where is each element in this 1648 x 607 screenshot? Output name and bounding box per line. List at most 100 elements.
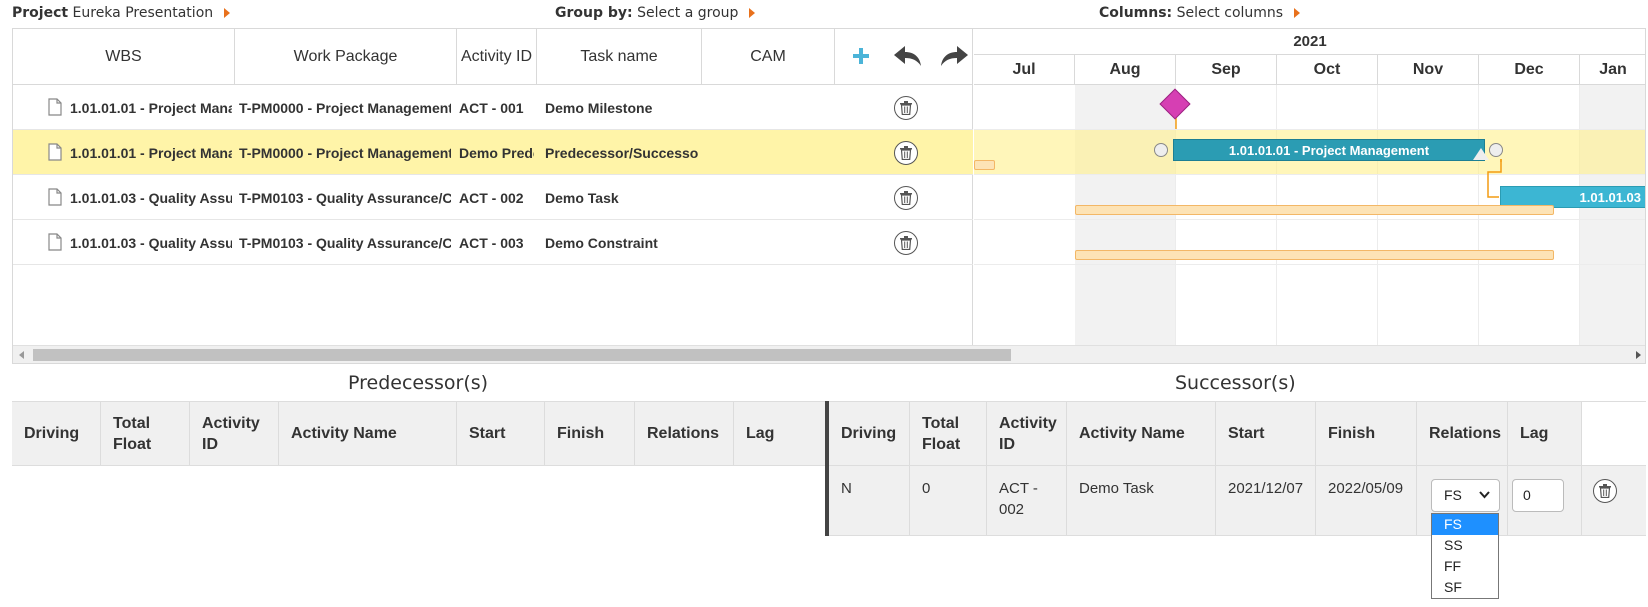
cell-activity-id: ACT - 003 [459,234,524,251]
link-handle-end[interactable] [1489,143,1503,157]
project-selector[interactable]: Project Eureka Presentation [12,5,230,21]
link-handle-start[interactable] [1154,143,1168,157]
succ-header-start: Start [1216,402,1316,465]
table-row[interactable]: 1.01.01.01 - Project Management T-PM0000… [13,85,973,130]
document-icon [48,98,62,119]
relation-select[interactable]: FS [1431,479,1500,512]
cell-wbs: 1.01.01.01 - Project Management [70,99,232,116]
gantt-grid: WBS Work Package Activity ID Task name C… [12,28,1646,364]
succ-cell-total-float: 0 [910,466,987,535]
predecessors-header: Driving Total Float Activity ID Activity… [12,401,825,466]
relation-select-value: FS [1444,487,1462,503]
succ-header-action [1582,402,1646,465]
columns-selector[interactable]: Columns: Select columns [1099,5,1300,21]
header-activity-id[interactable]: Activity ID [457,29,537,85]
header-task-name[interactable]: Task name [537,29,702,85]
succ-header-activity-name: Activity Name [1067,402,1216,465]
top-toolbar: Project Eureka Presentation Group by: Se… [0,0,1648,28]
baseline-bar [1075,205,1554,215]
pred-header-driving: Driving [12,402,101,465]
cell-work-package: T-PM0103 - Quality Assurance/Control [239,189,451,206]
document-icon [48,143,62,164]
successors-title: Successor(s) [1175,372,1296,394]
pred-header-activity-name: Activity Name [279,402,457,465]
succ-cell-activity-id: ACT - 002 [987,466,1067,535]
delete-icon[interactable] [894,186,918,210]
columns-value: Select columns [1176,5,1284,21]
cell-work-package: T-PM0000 - Project Management [239,144,451,161]
table-row[interactable]: 1.01.01.03 - Quality Assurance T-PM0103 … [13,220,973,265]
pred-header-relations: Relations [635,402,734,465]
succ-header-activity-id: Activity ID [987,402,1067,465]
baseline-bar [1075,250,1554,260]
cell-activity-id: ACT - 001 [459,99,524,116]
predecessors-title: Predecessor(s) [348,372,489,394]
succ-cell-action [1582,466,1646,535]
scrollbar-thumb[interactable] [33,349,1011,361]
caret-right-icon [748,8,755,18]
caret-right-icon [1293,8,1300,18]
cell-activity-id: Demo Predecessor [459,144,534,161]
scroll-right-icon[interactable] [1636,351,1641,359]
delete-icon[interactable] [894,96,918,120]
cell-wbs: 1.01.01.03 - Quality Assurance [70,234,232,251]
cell-wbs: 1.01.01.01 - Project Management [70,144,232,161]
relation-option-fs[interactable]: FS [1432,514,1498,535]
gantt-timeline: 2021 Jul Aug Sep Oct Nov Dec Jan 1.01.01… [974,29,1645,345]
header-cam[interactable]: CAM [702,29,835,85]
group-by-value: Select a group [637,5,739,21]
document-icon [48,188,62,209]
caret-right-icon [223,8,230,18]
add-icon[interactable] [846,41,876,71]
successors-header: Driving Total Float Activity ID Activity… [829,401,1646,466]
task-table: WBS Work Package Activity ID Task name C… [13,29,973,345]
relation-option-ss[interactable]: SS [1432,535,1498,556]
group-by-label: Group by: [555,5,633,21]
cell-work-package: T-PM0000 - Project Management [239,99,451,116]
cell-task-name: Demo Task [545,189,619,206]
delete-icon[interactable] [894,231,918,255]
redo-icon[interactable] [937,41,971,71]
cell-task-name: Demo Constraint [545,234,658,251]
baseline-bar [974,160,995,170]
pred-header-finish: Finish [545,402,635,465]
horizontal-scrollbar[interactable] [13,345,1645,363]
cell-task-name: Demo Milestone [545,99,653,116]
delete-icon[interactable] [894,141,918,165]
columns-label: Columns: [1099,5,1173,21]
pred-header-total-float: Total Float [101,402,190,465]
relation-option-sf[interactable]: SF [1432,577,1498,598]
succ-header-total-float: Total Float [910,402,987,465]
task-table-header: WBS Work Package Activity ID Task name C… [13,29,973,85]
succ-header-finish: Finish [1316,402,1417,465]
project-value: Eureka Presentation [72,5,214,21]
chevron-down-icon [1479,491,1490,499]
cell-wbs: 1.01.01.03 - Quality Assurance [70,189,232,206]
undo-icon[interactable] [891,41,925,71]
lag-input[interactable]: 0 [1512,479,1564,512]
cell-task-name: Predecessor/Successor [545,144,699,161]
progress-handle[interactable] [1473,148,1489,160]
pred-header-start: Start [457,402,545,465]
succ-cell-start: 2021/12/07 [1216,466,1316,535]
pred-header-activity-id: Activity ID [190,402,279,465]
table-row-selected[interactable]: 1.01.01.01 - Project Management T-PM0000… [13,130,973,175]
succ-cell-driving: N [829,466,910,535]
task-bar-project-management[interactable]: 1.01.01.01 - Project Management [1173,139,1485,161]
group-by-selector[interactable]: Group by: Select a group [555,5,755,21]
relation-option-ff[interactable]: FF [1432,556,1498,577]
succ-header-driving: Driving [829,402,910,465]
succ-header-relations: Relations [1417,402,1508,465]
relation-dropdown: FS SS FF SF [1431,513,1499,599]
scroll-left-icon[interactable] [19,351,24,359]
cell-work-package: T-PM0103 - Quality Assurance/Control [239,234,451,251]
delete-successor-icon[interactable] [1593,479,1617,503]
table-row[interactable]: 1.01.01.03 - Quality Assurance T-PM0103 … [13,175,973,220]
succ-cell-activity-name: Demo Task [1067,466,1216,535]
succ-header-lag: Lag [1508,402,1582,465]
header-work-package[interactable]: Work Package [235,29,457,85]
header-wbs[interactable]: WBS [13,29,235,85]
pred-header-lag: Lag [746,425,775,442]
cell-activity-id: ACT - 002 [459,189,524,206]
succ-cell-finish: 2022/05/09 [1316,466,1417,535]
